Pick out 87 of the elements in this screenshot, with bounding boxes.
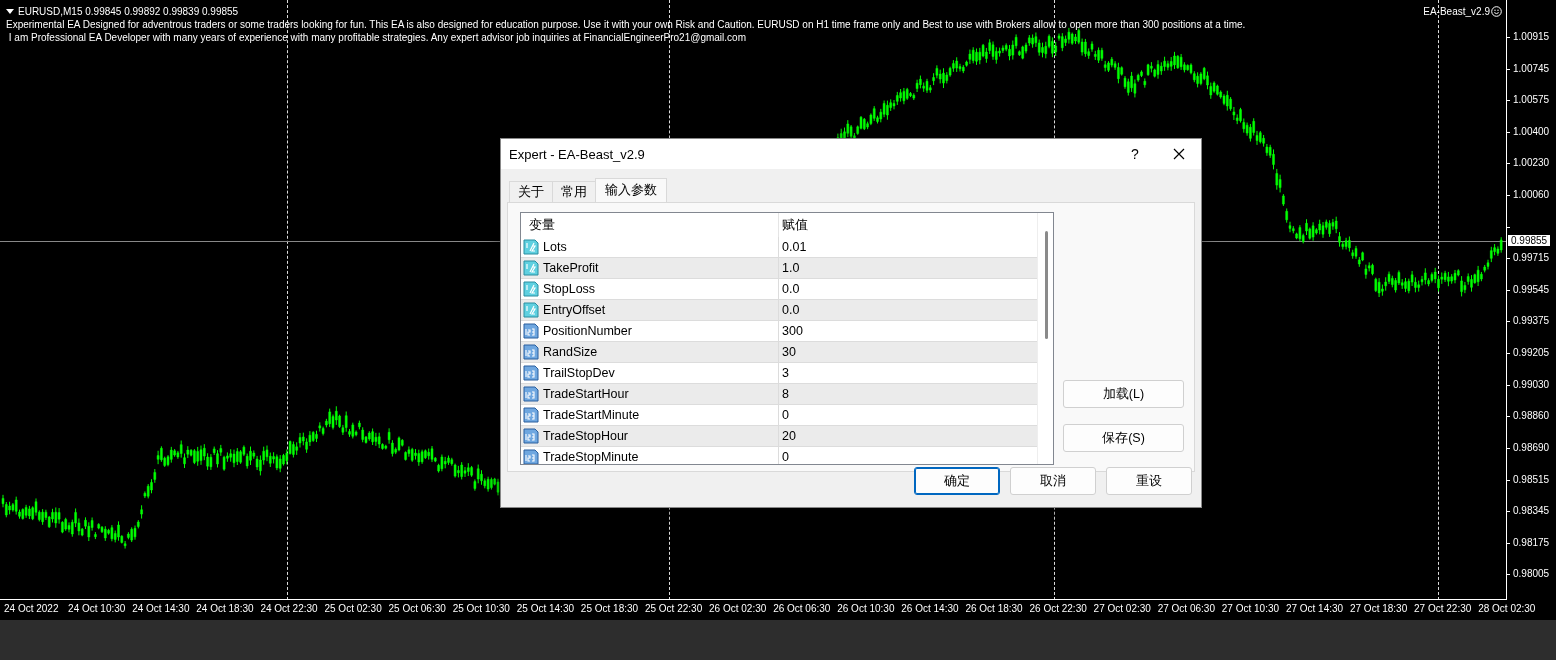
decimal-type-icon — [523, 260, 539, 276]
time-label: 26 Oct 22:30 — [1029, 602, 1088, 616]
price-label: 0.99375 — [1513, 315, 1550, 327]
parameter-name: TradeStopHour — [543, 429, 628, 443]
time-label: 24 Oct 10:30 — [68, 602, 127, 616]
time-label: 26 Oct 14:30 — [901, 602, 960, 616]
time-label: 26 Oct 02:30 — [709, 602, 768, 616]
parameter-value[interactable]: 30 — [782, 345, 796, 359]
time-label: 26 Oct 18:30 — [965, 602, 1024, 616]
parameter-name: RandSize — [543, 345, 598, 359]
time-label: 24 Oct 18:30 — [196, 602, 255, 616]
parameter-name: Lots — [543, 240, 567, 254]
expert-description: Experimental EA Designed for adventrous traders or some traders looking for fun. This EA is also designed for education purpose. Use it with your own Risk and Caution. EURUSD on H1 time frame only and Best to use with Brokers allow to open more than 300 positions at a time. — [6, 18, 1246, 31]
parameter-value[interactable]: 0 — [782, 450, 789, 464]
time-label: 25 Oct 02:30 — [324, 602, 383, 616]
price-label: 0.99205 — [1513, 347, 1550, 359]
parameter-name: TradeStartMinute — [543, 408, 640, 422]
smiley-icon — [1491, 6, 1502, 17]
price-label: 1.00575 — [1513, 94, 1550, 106]
price-label: 0.98860 — [1513, 410, 1550, 422]
parameter-value[interactable]: 8 — [782, 387, 789, 401]
current-price-label: 0.99855 — [1508, 235, 1551, 246]
price-label: 1.00060 — [1513, 189, 1550, 201]
caret-icon[interactable] — [6, 8, 14, 15]
time-label: 27 Oct 18:30 — [1349, 602, 1409, 616]
price-label: 0.98690 — [1513, 441, 1550, 453]
expert-description: I am Professional EA Developer with many years of experience with many profitable strategies. Any expert advisor job inquiries at FinancialEngineerPro21@gmail.com — [7, 31, 747, 44]
parameter-name: TradeStartHour — [543, 387, 629, 401]
parameter-value[interactable]: 0.0 — [782, 303, 800, 317]
load-button[interactable]: 加载(L) — [1063, 380, 1184, 408]
parameter-value[interactable]: 20 — [782, 429, 796, 443]
time-label: 28 Oct 02:30 — [1478, 602, 1537, 616]
price-label: 1.00230 — [1513, 157, 1550, 169]
parameter-name: TradeStopMinute — [543, 450, 639, 464]
parameter-name: PositionNumber — [543, 324, 632, 338]
parameter-value[interactable]: 1.0 — [782, 261, 800, 275]
dialog-title: Expert - EA-Beast_v2.9 — [509, 146, 646, 162]
column-header[interactable]: 赋值 — [779, 213, 1037, 237]
expert-name: EA-Beast_v2.9 — [1423, 6, 1490, 17]
time-label: 24 Oct 22:30 — [260, 602, 319, 616]
integer-type-icon — [523, 386, 539, 402]
price-label: 0.98345 — [1513, 505, 1550, 517]
time-label: 27 Oct 14:30 — [1285, 602, 1345, 616]
time-label: 27 Oct 06:30 — [1157, 602, 1216, 616]
time-label: 25 Oct 18:30 — [580, 602, 640, 616]
time-label: 27 Oct 02:30 — [1093, 602, 1152, 616]
time-label: 25 Oct 22:30 — [644, 602, 704, 616]
time-label: 26 Oct 10:30 — [837, 602, 896, 616]
time-label: 27 Oct 10:30 — [1221, 602, 1281, 616]
parameter-name: EntryOffset — [543, 303, 606, 317]
time-label: 26 Oct 06:30 — [773, 602, 832, 616]
price-label: 1.00915 — [1513, 31, 1550, 42]
price-label: 1.00745 — [1513, 62, 1550, 74]
dialog-button[interactable]: 重设 — [1106, 467, 1192, 495]
time-label: 24 Oct 14:30 — [132, 602, 191, 616]
time-label: 25 Oct 14:30 — [516, 602, 575, 616]
parameter-name: StopLoss — [543, 282, 596, 296]
time-label: 25 Oct 10:30 — [452, 602, 511, 616]
price-label: 0.98175 — [1513, 536, 1550, 548]
parameter-value[interactable]: 300 — [782, 324, 803, 338]
parameter-value[interactable]: 0.01 — [782, 240, 807, 254]
dialog-button[interactable]: 确定 — [914, 467, 1000, 495]
time-label: 25 Oct 06:30 — [388, 602, 447, 616]
scrollbar-thumb[interactable] — [1045, 231, 1048, 339]
integer-type-icon — [523, 344, 539, 360]
integer-type-icon — [523, 428, 539, 444]
price-label: 0.99545 — [1513, 283, 1550, 295]
decimal-type-icon — [523, 302, 539, 318]
parameter-value[interactable]: 0.0 — [782, 282, 800, 296]
parameter-value[interactable]: 3 — [782, 366, 789, 380]
save-button[interactable]: 保存(S) — [1063, 424, 1184, 452]
close-icon — [1173, 148, 1185, 160]
time-label: 27 Oct 22:30 — [1414, 602, 1473, 616]
symbol-quote: EURUSD,M15 0.99845 0.99892 0.99839 0.99855 — [18, 5, 239, 18]
price-label: 0.98515 — [1513, 473, 1550, 485]
price-label: 0.98005 — [1513, 568, 1550, 580]
price-label: 1.00400 — [1513, 125, 1550, 137]
dialog-button[interactable]: 取消 — [1010, 467, 1096, 495]
tab[interactable]: 关于 — [509, 181, 553, 202]
parameter-name: TakeProfit — [543, 261, 599, 275]
price-label: 0.99715 — [1513, 252, 1550, 264]
parameter-name: TrailStopDev — [543, 366, 615, 380]
tab[interactable]: 输入参数 — [595, 178, 667, 202]
help-button[interactable]: ? — [1113, 139, 1157, 169]
parameter-value[interactable]: 0 — [782, 408, 789, 422]
time-label: 24 Oct 2022 — [4, 602, 60, 616]
price-label: 0.99030 — [1513, 378, 1550, 390]
